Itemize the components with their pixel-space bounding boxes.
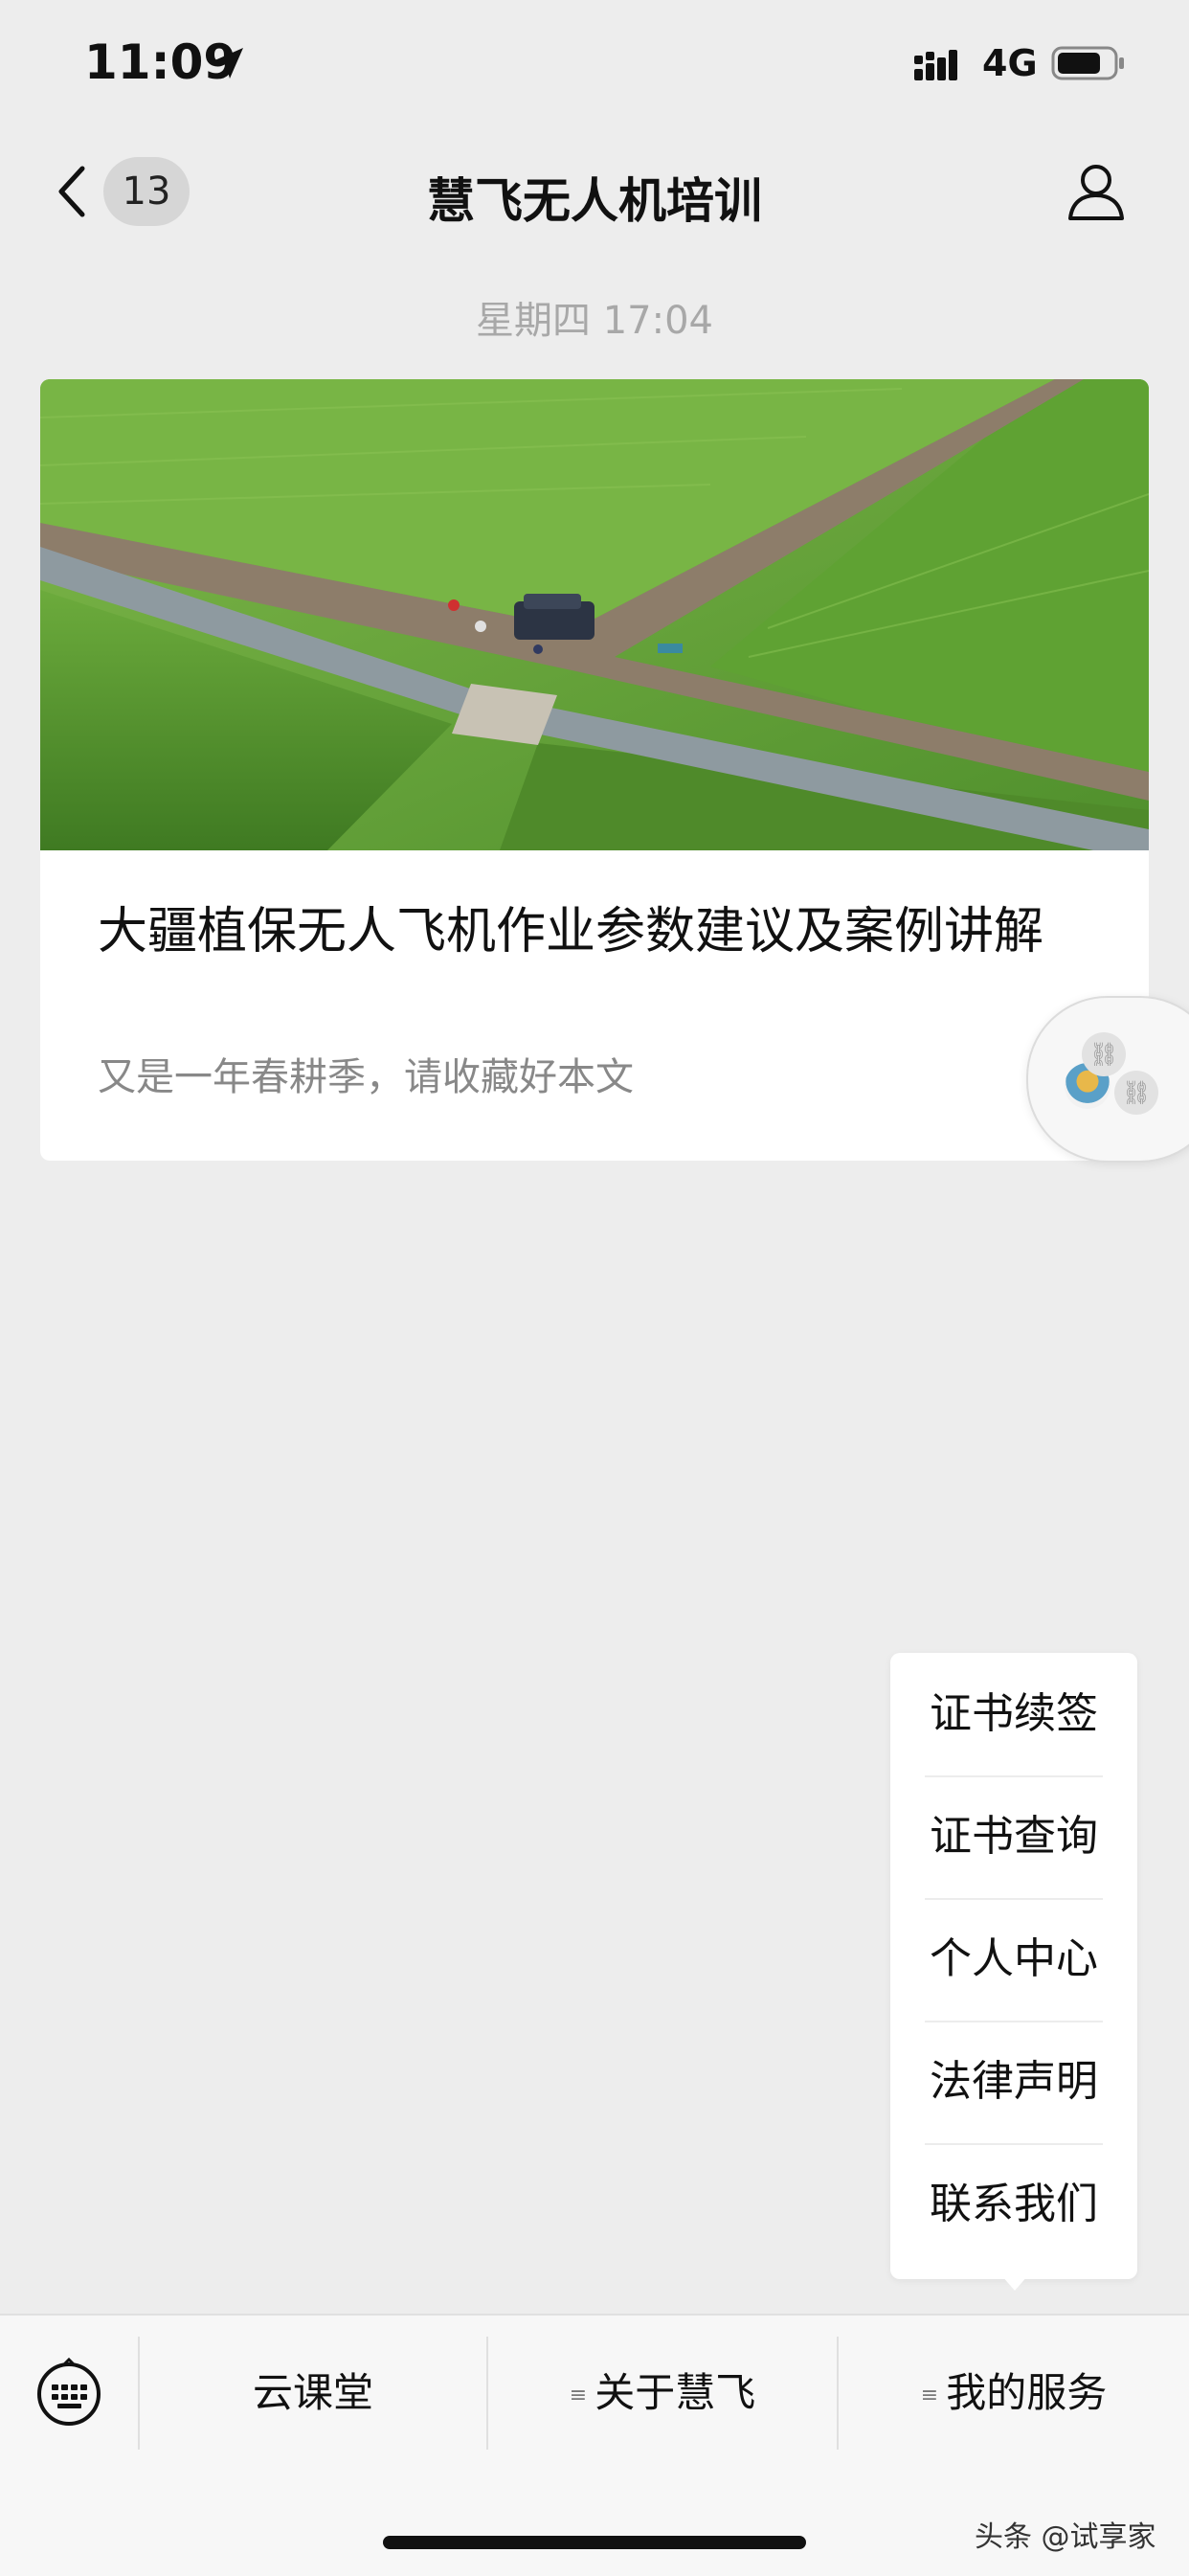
menu-label: 关于慧飞	[594, 2369, 756, 2416]
page-title: 慧飞无人机培训	[427, 173, 762, 229]
submenu-pointer	[1001, 2275, 1028, 2291]
watermark: 头条 @试享家	[975, 2520, 1156, 2554]
menu-cloud-classroom[interactable]: 云课堂	[140, 2337, 486, 2450]
service-submenu: 证书续签 证书查询 个人中心 法律声明 联系我们	[890, 1653, 1137, 2279]
article-subtitle: 又是一年春耕季，请收藏好本文	[98, 1055, 634, 1099]
submenu-item-certificate-query[interactable]: 证书查询	[925, 1775, 1103, 1900]
profile-icon[interactable]	[1065, 159, 1128, 222]
menu-my-services[interactable]: ≡ 我的服务	[839, 2337, 1189, 2450]
network-label: 4G	[982, 42, 1038, 84]
home-indicator[interactable]	[383, 2536, 806, 2549]
submenu-item-certificate-renewal[interactable]: 证书续签	[925, 1653, 1103, 1777]
submenu-item-contact-us[interactable]: 联系我们	[925, 2143, 1103, 2266]
submenu-item-personal-center[interactable]: 个人中心	[925, 1898, 1103, 2022]
link-icon: ⛓	[1082, 1032, 1126, 1076]
location-arrow-icon	[213, 48, 243, 79]
menu-label: 我的服务	[946, 2369, 1108, 2416]
status-bar: 11:09 4G	[0, 0, 1189, 134]
menu-label: 云课堂	[252, 2369, 373, 2416]
menu-about-huifei[interactable]: ≡ 关于慧飞	[488, 2337, 837, 2450]
submenu-indicator-icon: ≡	[920, 2383, 939, 2407]
link-icon: ⛓	[1114, 1071, 1158, 1115]
article-cover-image	[40, 379, 1149, 850]
submenu-item-legal-statement[interactable]: 法律声明	[925, 2021, 1103, 2145]
floating-link-button[interactable]: ⛓ ⛓	[1026, 996, 1189, 1163]
signal-icon	[914, 50, 957, 80]
battery-icon	[1051, 46, 1124, 80]
submenu-indicator-icon: ≡	[569, 2383, 588, 2407]
article-card[interactable]: 大疆植保无人飞机作业参数建议及案例讲解 又是一年春耕季，请收藏好本文	[40, 379, 1149, 1161]
article-title: 大疆植保无人飞机作业参数建议及案例讲解	[98, 903, 1044, 960]
keyboard-toggle-icon[interactable]	[34, 2358, 103, 2427]
message-timestamp: 星期四 17:04	[476, 299, 713, 343]
nav-bar: 13 慧飞无人机培训	[0, 134, 1189, 249]
